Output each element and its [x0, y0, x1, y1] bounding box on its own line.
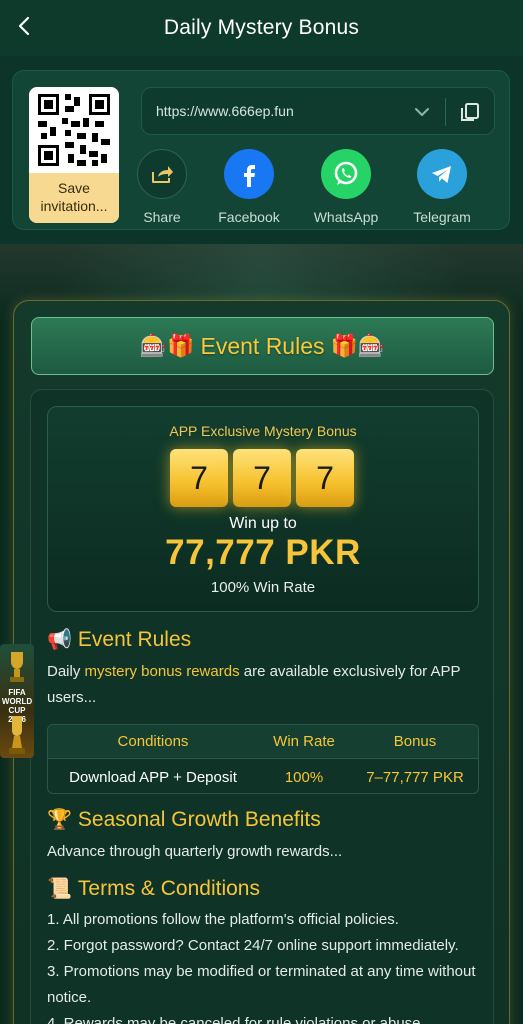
qr-code-card[interactable]: Save invitation... — [29, 87, 119, 223]
slot-machine-icon: 🎰 — [139, 333, 168, 358]
invite-url-text: https://www.666ep.fun — [156, 103, 294, 119]
rules-text-highlight: mystery bonus rewards — [84, 663, 240, 680]
banner-title: Event Rules — [200, 332, 325, 359]
table-header-cell: Bonus — [393, 733, 437, 750]
share-option-label: Share — [143, 209, 181, 225]
event-content: APP Exclusive Mystery Bonus 7 7 7 Win up… — [30, 389, 494, 1024]
table-header-row: Conditions Win Rate Bonus — [48, 725, 478, 759]
slot-machine-icon: 🎰 — [357, 333, 386, 358]
win-rate-label: 100% Win Rate — [210, 579, 316, 596]
terms-item: 3. Promotions may be modified or termina… — [47, 963, 476, 1006]
jackpot-title: APP Exclusive Mystery Bonus — [169, 423, 357, 439]
invite-url-field[interactable]: https://www.666ep.fun — [141, 87, 495, 135]
jackpot-digits: 7 7 7 — [170, 449, 356, 509]
copy-icon[interactable] — [458, 100, 482, 124]
share-icon — [137, 149, 187, 199]
trophy-icon: 🏆 — [47, 809, 72, 831]
share-option-label: WhatsApp — [313, 209, 379, 225]
seasonal-text: Advance through quarterly growth rewards… — [47, 843, 343, 860]
event-rules-heading: 📢 Event Rules — [47, 628, 191, 652]
terms-item: 4. Rewards may be canceled for rule viol… — [47, 1015, 425, 1024]
terms-heading: 📜 Terms & Conditions — [47, 877, 260, 901]
terms-item: 2. Forgot password? Contact 24/7 online … — [47, 937, 459, 954]
share-option-whatsapp[interactable]: WhatsApp — [299, 149, 393, 225]
share-option-share[interactable]: Share — [115, 149, 209, 225]
table-header-cell: Conditions — [117, 733, 189, 750]
share-option-facebook[interactable]: Facebook — [202, 149, 296, 225]
header-bar: Daily Mystery Bonus — [0, 0, 523, 56]
rules-text-part: Daily — [47, 663, 85, 680]
qr-code-image — [35, 91, 113, 169]
table-header-cell: Win Rate — [273, 733, 335, 750]
jackpot-digit: 7 — [233, 449, 291, 507]
jackpot-card: APP Exclusive Mystery Bonus 7 7 7 Win up… — [47, 406, 479, 612]
share-panel: Save invitation... https://www.666ep.fun — [0, 56, 523, 244]
gift-icon: 🎁 — [330, 333, 358, 358]
fifa-world-cup-float-badge[interactable]: FIFA WORLD CUP 2026 — [0, 644, 34, 758]
chevron-left-icon — [18, 16, 30, 36]
chevron-down-icon[interactable] — [410, 100, 434, 124]
facebook-icon — [224, 149, 274, 199]
seasonal-heading: 🏆 Seasonal Growth Benefits — [47, 808, 321, 832]
telegram-icon — [417, 149, 467, 199]
event-rules-banner: 🎰 🎁 Event Rules 🎁 🎰 — [31, 317, 494, 375]
trophy-icon — [9, 716, 25, 754]
share-option-label: Facebook — [218, 209, 280, 225]
table-cell: Download APP + Deposit — [69, 768, 237, 786]
win-up-to-label: Win up to — [229, 515, 297, 532]
share-options: Share Facebook WhatsApp Telegram — [133, 149, 503, 229]
save-invitation-button[interactable]: Save invitation... — [29, 173, 119, 223]
jackpot-digit: 7 — [296, 449, 354, 507]
jackpot-digit: 7 — [170, 449, 228, 507]
gift-icon: 🎁 — [167, 333, 195, 358]
section-heading-text: Terms & Conditions — [77, 877, 260, 900]
megaphone-icon: 📢 — [47, 629, 72, 651]
share-option-telegram[interactable]: Telegram — [395, 149, 489, 225]
table-cell: 7–77,777 PKR — [366, 768, 464, 786]
back-button[interactable] — [10, 12, 38, 40]
share-option-label: Telegram — [413, 209, 471, 225]
terms-list: 1. All promotions follow the platform's … — [47, 907, 479, 1024]
jackpot-amount: 77,777 PKR — [165, 533, 361, 572]
conditions-table: Conditions Win Rate Bonus Download APP +… — [47, 724, 479, 794]
section-heading-text: Event Rules — [77, 628, 192, 651]
trophy-icon — [10, 652, 24, 682]
terms-item: 1. All promotions follow the platform's … — [47, 911, 399, 928]
table-cell: 100% — [284, 768, 324, 786]
event-rules-text: Daily mystery bonus rewards are availabl… — [47, 659, 479, 711]
table-row: Download APP + Deposit 100% 7–77,777 PKR — [48, 759, 478, 793]
url-divider — [445, 98, 446, 126]
scroll-icon: 📜 — [47, 878, 72, 900]
page-title: Daily Mystery Bonus — [163, 16, 360, 39]
event-panel: 🎰 🎁 Event Rules 🎁 🎰 APP Exclusive Myster… — [13, 300, 510, 1024]
whatsapp-icon — [321, 149, 371, 199]
share-card: Save invitation... https://www.666ep.fun — [12, 70, 510, 230]
section-heading-text: Seasonal Growth Benefits — [77, 808, 321, 831]
